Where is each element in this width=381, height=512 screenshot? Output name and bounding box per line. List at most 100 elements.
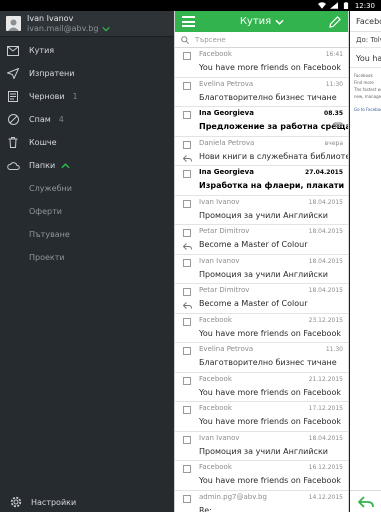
message-subject: Промоция за учили Английски [199, 446, 328, 456]
spam-count: 4 [58, 115, 64, 124]
message-sender: Facebook [199, 315, 232, 324]
message-date: 11.30 [325, 346, 343, 353]
message-date: 16:41 [325, 51, 343, 58]
signal-icon [329, 2, 338, 9]
nav-item-inbox[interactable]: Кутия [0, 39, 174, 62]
reply-bar [350, 490, 381, 512]
replied-icon [183, 154, 192, 162]
select-checkbox[interactable] [183, 494, 191, 503]
message-row[interactable]: Ina Georgieva 27.04.2015 Изработка на флае… [175, 166, 348, 196]
select-checkbox[interactable] [183, 81, 191, 90]
chevron-up-icon[interactable] [61, 162, 70, 169]
select-checkbox[interactable] [183, 229, 191, 237]
compose-icon[interactable] [329, 15, 341, 28]
message-sender: Facebook [199, 50, 232, 58]
sidebar: Ivan Ivanov ivan.mail@abv.bg Кутия Изпра… [0, 11, 174, 512]
message-date: 18.04.2015 [308, 434, 343, 442]
message-date: 23.12.2015 [308, 316, 343, 324]
account-switcher[interactable]: Ivan Ivanov ivan.mail@abv.bg [0, 11, 174, 37]
select-checkbox[interactable] [183, 406, 191, 414]
folder-nav: Кутия Изпратени Чернови 1 Спам 4 Кошче П… [0, 37, 174, 269]
search-icon [181, 35, 189, 44]
message-row[interactable]: Facebook 17.12.2015 You have more friends … [175, 402, 348, 432]
menu-icon[interactable] [182, 16, 195, 27]
clock: 12:30 [354, 1, 375, 10]
message-date: 14.12.2015 [308, 493, 343, 501]
subfolder-item[interactable]: Пътуване [0, 223, 174, 246]
message-row[interactable]: Ivan Ivanov 18.04.2015 Промоция за учили А… [175, 255, 348, 284]
select-checkbox[interactable] [183, 52, 191, 60]
select-checkbox[interactable] [183, 258, 191, 267]
select-checkbox[interactable] [183, 317, 191, 326]
message-sender: Ivan Ivanov [199, 197, 240, 206]
nav-item-folders[interactable]: Папки [0, 154, 174, 177]
message-subject: Предложение за работна среща [199, 122, 349, 131]
message-sender: Ina Georgieva [199, 168, 254, 176]
message-date: 18.04.2015 [308, 287, 343, 294]
folder-title[interactable]: Кутия [240, 16, 284, 27]
nav-item-drafts[interactable]: Чернови 1 [0, 85, 174, 108]
message-date: 18.04.2015 [308, 228, 343, 235]
message-subject: Промоция за учили Английски [199, 210, 328, 220]
avatar [6, 16, 21, 31]
message-date: 21.12.2015 [308, 375, 343, 383]
select-checkbox[interactable] [183, 376, 191, 385]
wifi-icon [317, 2, 326, 9]
message-subject: Become a Master of Colour [199, 299, 308, 308]
spam-icon [6, 114, 20, 126]
message-subject: Become a Master of Colour [199, 240, 308, 249]
select-checkbox[interactable] [183, 111, 191, 119]
message-row[interactable]: Facebook 23.12.2015 You have more friends … [175, 314, 348, 343]
message-sender: Facebook [199, 374, 232, 383]
message-list: Facebook 16:41 You have more friends on Fa… [175, 48, 348, 512]
message-row[interactable]: Ivan Ivanov 18.04.2015 Промоция за учили А… [175, 196, 348, 225]
drafts-icon [6, 91, 20, 103]
list-toolbar: Кутия [175, 11, 348, 32]
message-subject: You have more friends on Facebook [199, 417, 341, 426]
message-sender: Ivan Ivanov [199, 433, 240, 442]
select-checkbox[interactable] [183, 288, 191, 296]
message-row[interactable]: Petar Dimitrov 18.04.2015 Become a Master … [175, 225, 348, 255]
message-row[interactable]: Ivan Ivanov 18.04.2015 Промоция за учили А… [175, 432, 348, 461]
message-row[interactable]: Evelina Petrova 11.30 Благотворително бизн… [175, 343, 348, 373]
message-subject: Нови книги в служебната библиотека [199, 151, 349, 161]
search-input[interactable]: Търсене [195, 36, 226, 44]
trash-icon [6, 137, 20, 149]
message-sender: Petar Dimitrov [199, 286, 250, 294]
message-row[interactable]: Ina Georgieva 08.35 Предложение за работна… [175, 107, 348, 137]
status-bar: 12:30 [0, 0, 381, 11]
message-row[interactable]: Petar Dimitrov 18.04.2015 Become a Master … [175, 284, 348, 314]
chevron-down-icon [275, 19, 284, 25]
message-date: 27.04.2015 [305, 169, 343, 176]
message-row[interactable]: Facebook 16:41 You have more friends on Fa… [175, 48, 348, 78]
subfolder-item[interactable]: Проекти [0, 246, 174, 269]
select-checkbox[interactable] [183, 435, 191, 444]
search-bar[interactable]: Търсене [175, 32, 348, 48]
select-checkbox[interactable] [183, 170, 191, 178]
account-name: Ivan Ivanov [27, 13, 74, 23]
gear-icon [10, 496, 22, 508]
reply-icon[interactable] [357, 495, 374, 508]
message-row[interactable]: Facebook 16.12.2015 You have more friends … [175, 461, 348, 491]
nav-item-trash[interactable]: Кошче [0, 131, 174, 154]
nav-item-sent[interactable]: Изпратени [0, 62, 174, 85]
message-row[interactable]: admin.pg7@abv.bg 14.12.2015 Re: [175, 491, 348, 512]
message-row[interactable]: Facebook 21.12.2015 You have more friends … [175, 373, 348, 402]
select-checkbox[interactable] [183, 140, 191, 149]
select-checkbox[interactable] [183, 347, 191, 355]
message-row[interactable]: Evelina Petrova 11:30 Благотворително бизн… [175, 78, 348, 107]
select-checkbox[interactable] [183, 465, 191, 473]
select-checkbox[interactable] [183, 199, 191, 208]
chevron-down-icon[interactable] [102, 26, 111, 32]
nav-item-spam[interactable]: Спам 4 [0, 108, 174, 131]
subfolder-item[interactable]: Служебни [0, 177, 174, 200]
replied-icon [183, 243, 192, 250]
subfolder-item[interactable]: Оферти [0, 200, 174, 223]
message-subject: Re: [199, 505, 212, 512]
settings-button[interactable]: Настройки [0, 492, 174, 512]
message-sender: Evelina Petrova [199, 79, 254, 88]
message-date: 11:30 [325, 80, 343, 88]
message-sender: Daniela Petrova [199, 138, 255, 147]
message-row[interactable]: Daniela Petrova вчера Нови книги в служебн… [175, 137, 349, 166]
reading-subject: You ha [350, 48, 381, 68]
